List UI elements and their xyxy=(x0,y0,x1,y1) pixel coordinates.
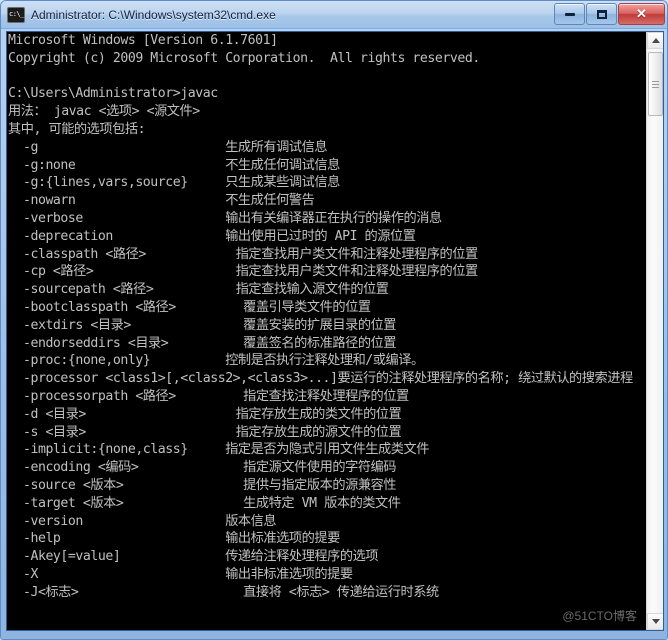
console-output: Microsoft Windows [Version 6.1.7601] Cop… xyxy=(8,33,633,600)
minimize-icon xyxy=(555,4,584,24)
vertical-scrollbar[interactable] xyxy=(646,32,663,630)
scroll-up-button[interactable] xyxy=(647,32,663,49)
cmd-icon[interactable] xyxy=(7,6,25,23)
window-controls: ✕ xyxy=(553,3,665,25)
maximize-icon xyxy=(587,4,616,24)
titlebar[interactable]: Administrator: C:\Windows\system32\cmd.e… xyxy=(1,1,667,28)
cmd-window: Administrator: C:\Windows\system32\cmd.e… xyxy=(0,0,668,640)
scrollbar-thumb[interactable] xyxy=(648,52,663,116)
chevron-down-icon xyxy=(651,619,660,624)
grip-icon xyxy=(652,79,659,90)
minimize-button[interactable] xyxy=(554,3,585,25)
chevron-up-icon xyxy=(651,38,660,43)
console-client-area: Microsoft Windows [Version 6.1.7601] Cop… xyxy=(6,31,664,631)
window-title: Administrator: C:\Windows\system32\cmd.e… xyxy=(31,7,276,22)
close-icon: ✕ xyxy=(636,6,647,21)
console-text-area[interactable]: Microsoft Windows [Version 6.1.7601] Cop… xyxy=(7,32,647,630)
scroll-down-button[interactable] xyxy=(647,613,663,630)
maximize-button[interactable] xyxy=(586,3,617,25)
close-button[interactable]: ✕ xyxy=(618,3,665,25)
